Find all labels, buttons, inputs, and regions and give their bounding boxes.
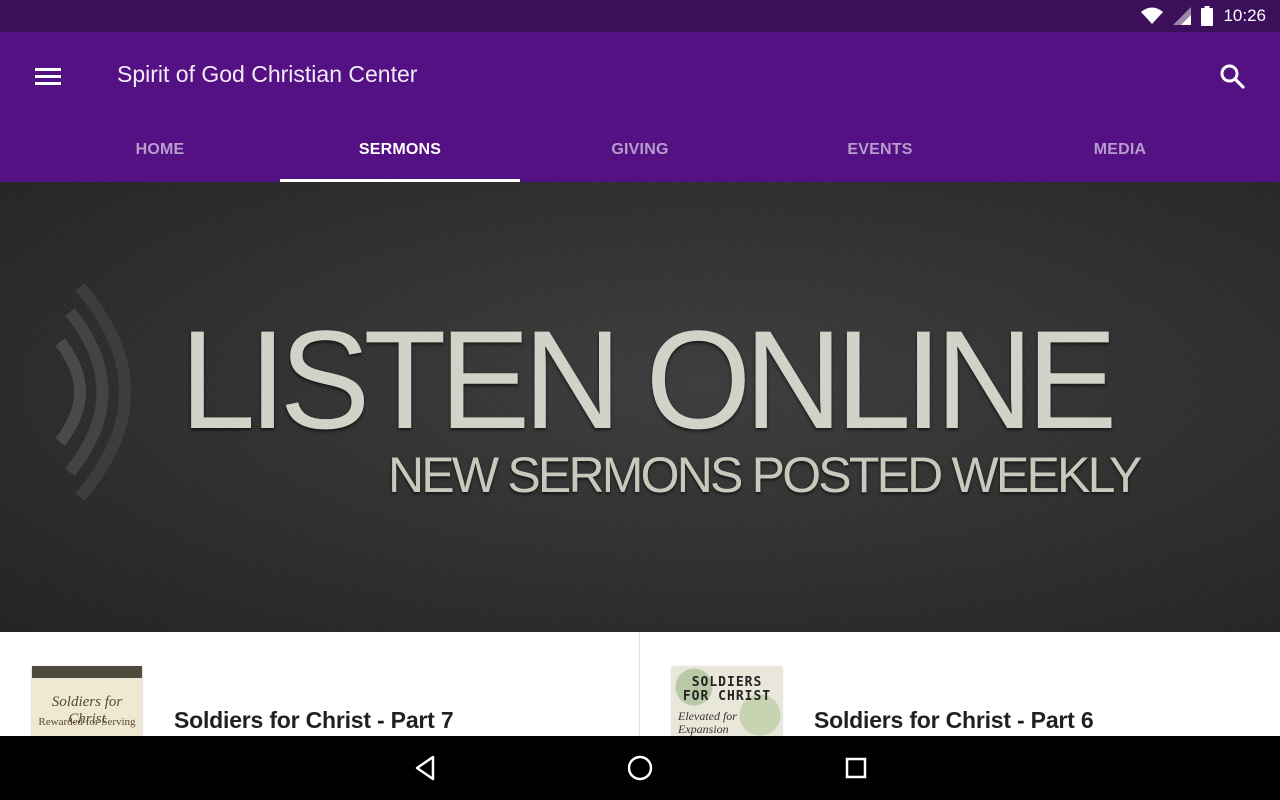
recents-button[interactable] <box>826 748 886 788</box>
sermon-card[interactable]: Soldiers for Christ Rewarded for Serving… <box>0 632 640 736</box>
sermon-card[interactable]: SOLDIERS FOR CHRIST Elevated for Expansi… <box>640 632 1280 736</box>
tab-events[interactable]: EVENTS <box>760 118 1000 182</box>
app-title: Spirit of God Christian Center <box>117 61 418 87</box>
hero-title: LISTEN ONLINE <box>180 301 1117 458</box>
sound-wave-icon <box>55 283 131 501</box>
signal-icon <box>1173 7 1192 25</box>
thumbnail-subtitle: Rewarded for Serving <box>38 716 136 728</box>
status-bar: 10:26 <box>0 0 1280 32</box>
hero-banner[interactable]: LISTEN ONLINE NEW SERMONS POSTED WEEKLY <box>0 182 1280 632</box>
clock: 10:26 <box>1223 6 1266 25</box>
hamburger-menu-icon <box>35 68 61 85</box>
tab-sermons[interactable]: SERMONS <box>280 118 520 182</box>
search-icon <box>1220 64 1245 89</box>
tab-bar: HOME SERMONS GIVING EVENTS MEDIA <box>40 118 1240 182</box>
app-bar: Spirit of God Christian Center HOME SERM… <box>0 32 1280 182</box>
sermon-title: Soldiers for Christ - Part 7 <box>174 707 454 733</box>
wifi-icon <box>1141 7 1164 24</box>
home-button[interactable] <box>610 748 670 788</box>
recents-icon <box>845 757 867 779</box>
back-button[interactable] <box>395 748 455 788</box>
thumbnail-title: SOLDIERS FOR CHRIST <box>682 675 772 704</box>
home-icon <box>627 755 653 781</box>
thumbnail-subtitle: Elevated for Expansion <box>678 709 737 736</box>
tab-home[interactable]: HOME <box>40 118 280 182</box>
sermon-thumbnail: Soldiers for Christ Rewarded for Serving <box>32 666 142 736</box>
hero-subtitle: NEW SERMONS POSTED WEEKLY <box>388 447 1142 503</box>
sermon-grid: Soldiers for Christ Rewarded for Serving… <box>0 632 1280 736</box>
tab-giving[interactable]: GIVING <box>520 118 760 182</box>
battery-icon <box>1201 6 1214 26</box>
search-button[interactable] <box>1208 54 1256 98</box>
sermon-title: Soldiers for Christ - Part 6 <box>814 707 1094 733</box>
tab-media[interactable]: MEDIA <box>1000 118 1240 182</box>
system-nav-bar <box>0 736 1280 800</box>
back-icon <box>415 755 435 781</box>
sermon-thumbnail: SOLDIERS FOR CHRIST Elevated for Expansi… <box>672 666 782 736</box>
menu-button[interactable] <box>24 54 72 98</box>
